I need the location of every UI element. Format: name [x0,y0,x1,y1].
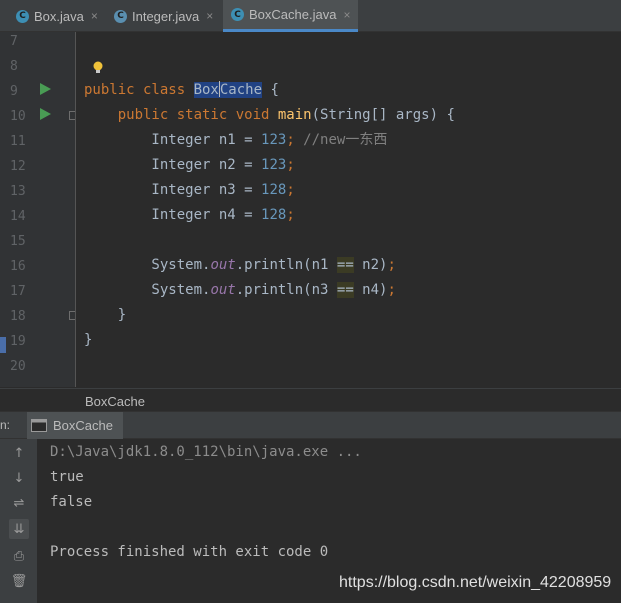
code-text: Integer n4 = [84,207,262,223]
tab-label: Integer.java [132,8,200,24]
console-line: true [50,469,84,485]
code-line-10: public static void main(String[] args) { [84,105,455,125]
line-number: 12 [10,159,26,174]
close-icon[interactable]: × [91,9,98,23]
tab-label: Box.java [34,8,84,24]
comment: //new一东西 [303,132,388,148]
run-tab-label: BoxCache [53,418,113,433]
soft-wrap-icon[interactable]: ⇌ [9,493,29,513]
run-label: n: [0,418,11,432]
semicolon: ; [286,132,304,148]
change-marker [0,337,6,353]
line-number: 16 [10,259,26,274]
line-number: 17 [10,284,26,299]
tab-boxcache-java[interactable]: C BoxCache.java × [223,0,358,32]
line-number: 9 [10,84,18,99]
tab-box-java[interactable]: C Box.java × [8,0,108,32]
method-name: main [277,107,312,123]
code-text: Integer n2 = [84,157,262,173]
tab-label: BoxCache.java [249,7,337,22]
code-line-14: Integer n4 = 128; [84,205,295,225]
line-number: 14 [10,209,26,224]
number-literal: 128 [261,207,287,223]
equality-operator: == [336,282,354,298]
editor-tab-bar: C Box.java × C Integer.java × C BoxCache… [0,0,621,32]
console-icon [31,419,47,432]
breadcrumb-item[interactable]: BoxCache [85,394,145,409]
run-config-tab[interactable]: BoxCache [27,412,123,439]
semicolon: ; [286,157,295,173]
class-name: BoxCache [193,81,263,98]
number-literal: 128 [261,182,287,198]
run-tool-header: n: BoxCache [0,412,621,439]
class-icon: C [16,9,29,23]
code-text: n4) [353,282,388,298]
class-name-part: Box [193,82,219,98]
code-text: .println(n3 [235,282,337,298]
semicolon: ; [286,207,295,223]
down-arrow-icon[interactable]: ↓ [9,468,29,488]
number-literal: 123 [261,132,287,148]
semicolon: ; [387,257,396,273]
code-text: n2) [353,257,388,273]
close-icon[interactable]: × [343,8,350,22]
code-line-16: System.out.println(n1 == n2); [84,255,396,275]
scroll-to-end-icon[interactable]: ⇊ [9,519,29,539]
print-icon[interactable]: ⎙ [9,546,29,566]
up-arrow-icon[interactable]: ↑ [9,443,29,463]
code-line-9: public class BoxCache { [84,80,279,100]
code-text: (String[] args) { [311,107,455,123]
line-number: 11 [10,134,26,149]
watermark: https://blog.csdn.net/weixin_42208959 [339,574,612,591]
field-name: out [210,257,236,273]
console-exit-line: Process finished with exit code 0 [50,544,329,560]
code-line-13: Integer n3 = 128; [84,180,295,200]
trash-icon[interactable]: 🗑 [9,571,29,591]
code-line-17: System.out.println(n3 == n4); [84,280,396,300]
code-text: Integer n3 = [84,182,262,198]
run-class-icon[interactable] [40,83,51,95]
field-name: out [210,282,236,298]
code-line-12: Integer n2 = 123; [84,155,295,175]
editor-gutter: 7 8 9 10 11 12 13 14 15 16 17 18 19 20 [0,32,78,387]
line-number: 13 [10,184,26,199]
console-line: false [50,494,93,510]
run-main-icon[interactable] [40,108,51,120]
breadcrumb: BoxCache [0,388,621,412]
line-number: 19 [10,334,26,349]
code-text: .println(n1 [235,257,337,273]
close-icon[interactable]: × [206,9,213,23]
line-number: 20 [10,359,26,374]
semicolon: ; [387,282,396,298]
code-text: System. [84,282,211,298]
semicolon: ; [286,182,295,198]
console-command-line: D:\Java\jdk1.8.0_112\bin\java.exe ... [50,444,362,460]
line-number: 15 [10,234,26,249]
line-number: 7 [10,34,18,49]
line-number: 8 [10,59,18,74]
code-line-19: } [84,332,93,348]
class-icon: C [114,9,127,23]
keyword: public static void [84,107,278,123]
code-text: Integer n1 = [84,132,262,148]
code-text: { [262,82,279,98]
class-name-part: Cache [219,82,263,98]
code-text: System. [84,257,211,273]
code-line-18: } [84,307,127,323]
keyword: public class [84,82,194,98]
line-number: 10 [10,109,26,124]
number-literal: 123 [261,157,287,173]
equality-operator: == [336,257,354,273]
console-toolbar: ↑ ↓ ⇌ ⇊ ⎙ 🗑 [0,439,37,603]
tab-integer-java[interactable]: C Integer.java × [106,0,222,32]
class-icon: C [231,8,244,21]
line-number: 18 [10,309,26,324]
code-line-11: Integer n1 = 123; //new一东西 [84,130,387,150]
lightbulb-icon[interactable] [92,61,104,75]
